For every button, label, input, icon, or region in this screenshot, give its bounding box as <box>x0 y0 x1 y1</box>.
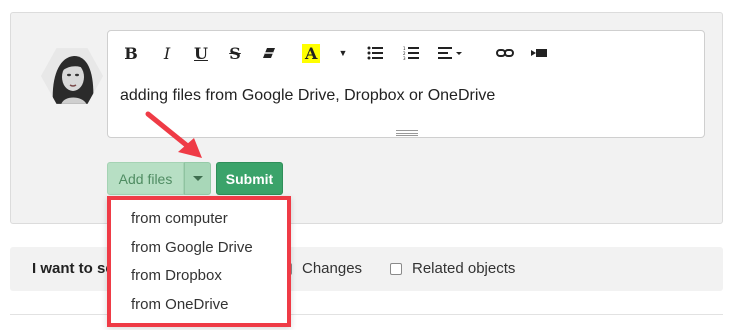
add-files-dropdown-toggle[interactable] <box>184 162 211 195</box>
video-icon[interactable] <box>530 41 548 65</box>
italic-button[interactable]: I <box>158 41 176 65</box>
dropdown-item-from-dropbox[interactable]: from Dropbox <box>131 267 222 284</box>
filter-option-label: Changes <box>302 260 363 277</box>
editor-resize-handle[interactable] <box>396 130 418 136</box>
highlight-dropdown-caret-icon[interactable]: ▼ <box>334 41 352 65</box>
chevron-down-icon <box>192 176 203 181</box>
filter-option-changes[interactable]: Changes <box>280 260 362 277</box>
filter-option-label: Related objects <box>412 260 516 277</box>
related-objects-checkbox[interactable] <box>390 262 402 275</box>
eraser-icon[interactable] <box>260 41 278 65</box>
annotation-arrow-icon <box>145 111 202 158</box>
bold-button[interactable]: B <box>122 41 140 65</box>
filter-label: I want to se <box>32 260 114 277</box>
link-icon[interactable] <box>496 41 514 65</box>
underline-button[interactable]: U <box>192 41 210 65</box>
dropdown-item-from-computer[interactable]: from computer <box>131 210 228 227</box>
strikethrough-button[interactable]: S <box>226 41 244 65</box>
editor-toolbar: B I U S A ▼ 123 <box>108 41 704 65</box>
add-files-button[interactable]: Add files <box>107 162 184 195</box>
add-files-dropdown-menu: from computer from Google Drive from Dro… <box>107 196 291 327</box>
dropdown-item-from-onedrive[interactable]: from OneDrive <box>131 296 229 313</box>
submit-button[interactable]: Submit <box>216 162 283 195</box>
dropdown-item-from-google-drive[interactable]: from Google Drive <box>131 239 253 256</box>
numbered-list-icon[interactable]: 123 <box>402 41 420 65</box>
highlight-color-letter: A <box>302 43 321 63</box>
bulleted-list-icon[interactable] <box>366 41 384 65</box>
highlight-color-button[interactable]: A <box>302 41 321 65</box>
svg-text:3: 3 <box>403 56 406 60</box>
align-icon[interactable] <box>438 41 464 65</box>
editor-content[interactable]: adding files from Google Drive, Dropbox … <box>120 87 495 105</box>
filter-option-related-objects[interactable]: Related objects <box>390 260 515 277</box>
avatar <box>41 48 103 104</box>
